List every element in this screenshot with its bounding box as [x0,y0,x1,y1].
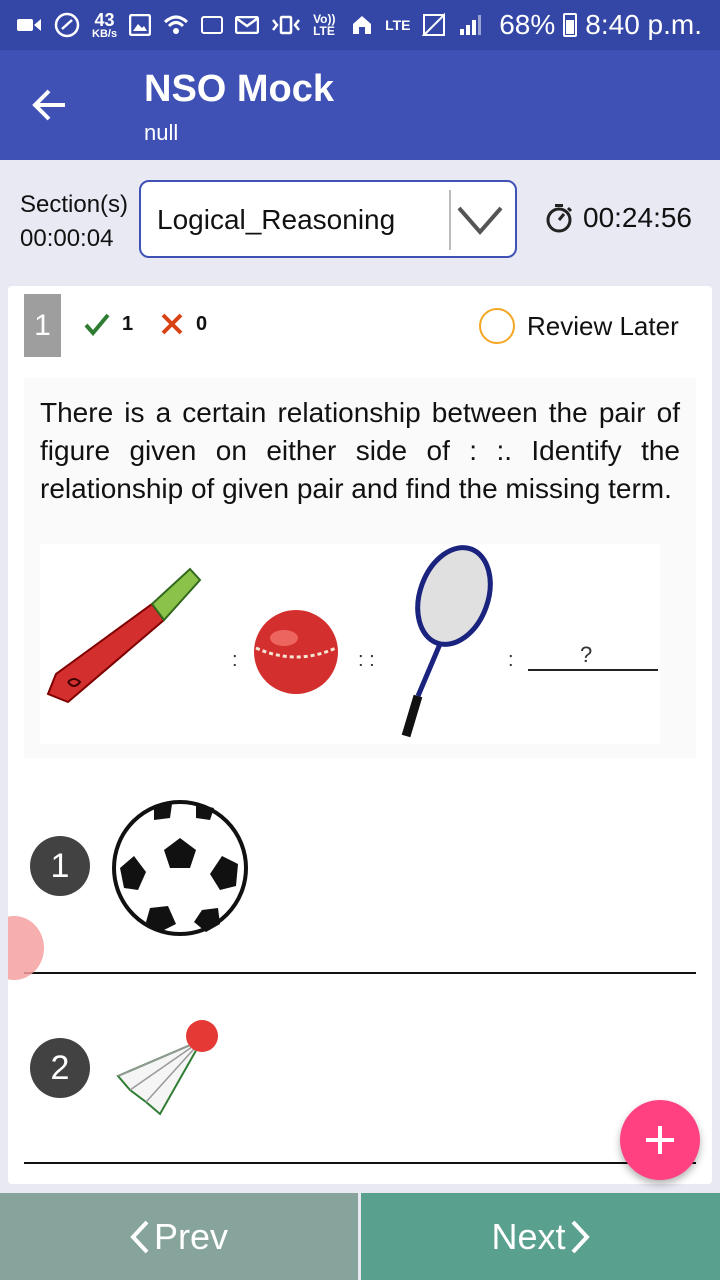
option-1-number: 1 [30,836,90,896]
correct-marks: 1 [84,312,133,336]
figure-missing: ? [580,642,592,667]
correct-marks-value: 1 [122,312,134,335]
prev-label: Prev [153,1215,229,1257]
review-later-toggle[interactable]: Review Later [479,308,679,344]
status-bar: 43 KB/s Vo)) LTE LTE 68% 8:40 p.m. [0,0,720,50]
figure-sep-3: : [508,649,514,671]
page-subtitle: null [144,120,179,145]
arrow-left-icon [32,89,65,121]
chevron-right-icon [571,1220,590,1253]
chevron-down-icon [457,206,503,236]
chevron-left-icon [130,1220,149,1253]
battery-percent: 68% [499,9,556,40]
lte-label: LTE [385,17,411,33]
timer-value: 00:24:56 [583,202,692,233]
volte-label: Vo)) LTE [313,12,336,38]
video-call-icon [17,19,41,31]
question-number: 1 [24,294,61,357]
plus-icon [646,1126,674,1154]
cricket-ball-icon [254,610,338,694]
option-1[interactable]: 1 [24,786,696,974]
question-figure: : : : : ? [40,544,660,744]
app-bar: NSO Mock null [0,50,720,160]
question-card: 1 1 0 Review Later There is a certain re… [8,286,712,1184]
gallery-icon [129,14,152,36]
network-speed: 43 KB/s [92,9,118,40]
status-icons: 43 KB/s Vo)) LTE LTE [16,11,499,40]
stopwatch-icon [546,204,573,233]
wifi-icon [164,15,189,34]
device-check-icon [201,16,224,34]
question-text: There is a certain relationship between … [40,397,680,504]
option-2-number: 2 [30,1038,90,1098]
page-title: NSO Mock [144,68,335,110]
football-icon [112,800,248,936]
prev-button[interactable]: Prev [0,1193,358,1280]
next-button[interactable]: Next [361,1193,720,1280]
battery-icon [563,13,578,37]
add-fab-button[interactable] [620,1100,700,1180]
figure-sep-1: : [232,649,238,671]
cricket-bat-icon [46,567,202,704]
question-body: There is a certain relationship between … [24,378,696,758]
dropdown-divider [449,190,451,250]
signal-1-icon [422,13,446,36]
section-dropdown-value: Logical_Reasoning [157,204,396,235]
section-elapsed: 00:00:04 [20,225,114,252]
figure-sep-2: : : [358,649,375,671]
section-dropdown[interactable]: Logical_Reasoning [139,180,517,258]
mail-icon [235,16,260,34]
shuttlecock-icon [116,1020,218,1116]
wrong-marks-value: 0 [196,312,208,335]
cross-icon [161,313,183,335]
tennis-racket-icon [401,545,493,738]
section-label: Section(s) [20,191,129,218]
signal-2-icon [460,15,482,35]
call-forward-icon [54,12,80,38]
vibrate-icon [272,15,301,35]
back-button[interactable] [22,80,76,130]
check-icon [84,313,110,336]
option-2[interactable]: 2 [24,976,696,1164]
section-row: Section(s) 00:00:04 Logical_Reasoning 00… [0,160,720,280]
timer: 00:24:56 [545,202,692,234]
home-signal-icon [353,16,372,34]
wrong-marks: 0 [160,312,207,336]
clock: 8:40 p.m. [585,9,702,40]
review-radio-icon [479,308,515,344]
review-later-label: Review Later [527,310,679,341]
next-label: Next [491,1215,566,1257]
section-label-block: Section(s) 00:00:04 [20,188,128,256]
status-right: 68% 8:40 p.m. [499,9,702,41]
